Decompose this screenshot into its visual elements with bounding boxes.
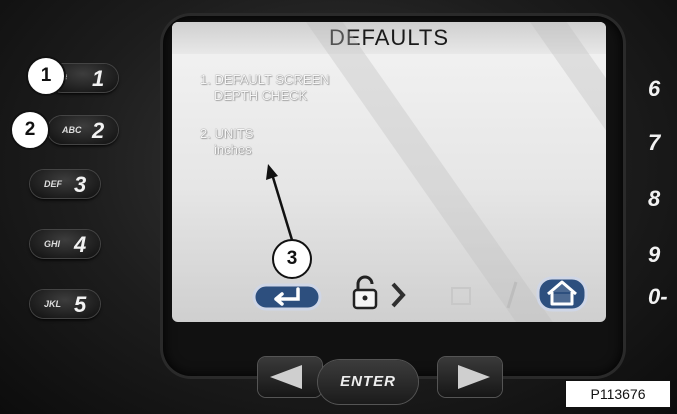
left-arrow-button[interactable] — [258, 357, 322, 397]
key-letters: GHI — [44, 239, 61, 249]
menu-item-default-screen[interactable]: 1. DEFAULT SCREEN DEPTH CHECK — [200, 72, 330, 104]
key-letters: DEF — [44, 179, 62, 189]
display-screen: DEFAULTS 1. DEFAULT SCREEN DEPTH CHECK 2… — [172, 22, 606, 322]
slash-icon — [506, 281, 518, 309]
callout-2: 2 — [10, 110, 50, 150]
left-arrow-icon — [270, 365, 302, 389]
keypad-key-6[interactable]: 6 — [648, 76, 677, 106]
unlock-icon[interactable] — [350, 274, 386, 312]
key-digit: 1 — [92, 66, 105, 91]
key-digit: 3 — [74, 172, 87, 197]
enter-button[interactable]: ENTER — [318, 360, 418, 404]
device-photo: DEFAULTS 1. DEFAULT SCREEN DEPTH CHECK 2… — [0, 0, 677, 414]
key-digit: 5 — [74, 292, 87, 317]
keypad-key-4[interactable]: GHI 4 — [30, 230, 100, 258]
menu-item-label: 2. UNITS — [200, 126, 254, 141]
callout-1: 1 — [26, 56, 66, 96]
keypad-key-3[interactable]: DEF 3 — [30, 170, 100, 198]
keypad-key-2[interactable]: ABC 2 — [48, 116, 118, 144]
callout-3-arrow — [266, 164, 294, 241]
menu-item-value: inches — [214, 142, 252, 157]
back-arrow-icon[interactable] — [252, 279, 324, 313]
keypad-key-7[interactable]: 7 — [648, 130, 677, 160]
keypad-key-9[interactable]: 9 — [648, 242, 677, 272]
callout-3: 3 — [272, 239, 312, 279]
key-digit: 2 — [92, 118, 105, 143]
menu-item-units[interactable]: 2. UNITS inches — [200, 126, 253, 158]
figure-label: P113676 — [565, 380, 671, 408]
keypad-key-0[interactable]: 0- — [648, 284, 677, 314]
watermark-stripe — [292, 22, 558, 322]
key-digit: 4 — [74, 232, 87, 257]
menu-item-value: DEPTH CHECK — [214, 88, 308, 103]
key-letters: ABC — [62, 125, 82, 135]
keypad-key-8[interactable]: 8 — [648, 186, 677, 216]
home-icon[interactable] — [536, 272, 588, 312]
right-arrow-icon — [458, 365, 490, 389]
chevron-right-icon[interactable] — [390, 282, 406, 308]
hidden-icon — [451, 287, 471, 305]
menu-item-label: 1. DEFAULT SCREEN — [200, 72, 330, 87]
right-arrow-button[interactable] — [438, 357, 502, 397]
keypad-key-5[interactable]: JKL 5 — [30, 290, 100, 318]
key-letters: JKL — [44, 299, 62, 309]
